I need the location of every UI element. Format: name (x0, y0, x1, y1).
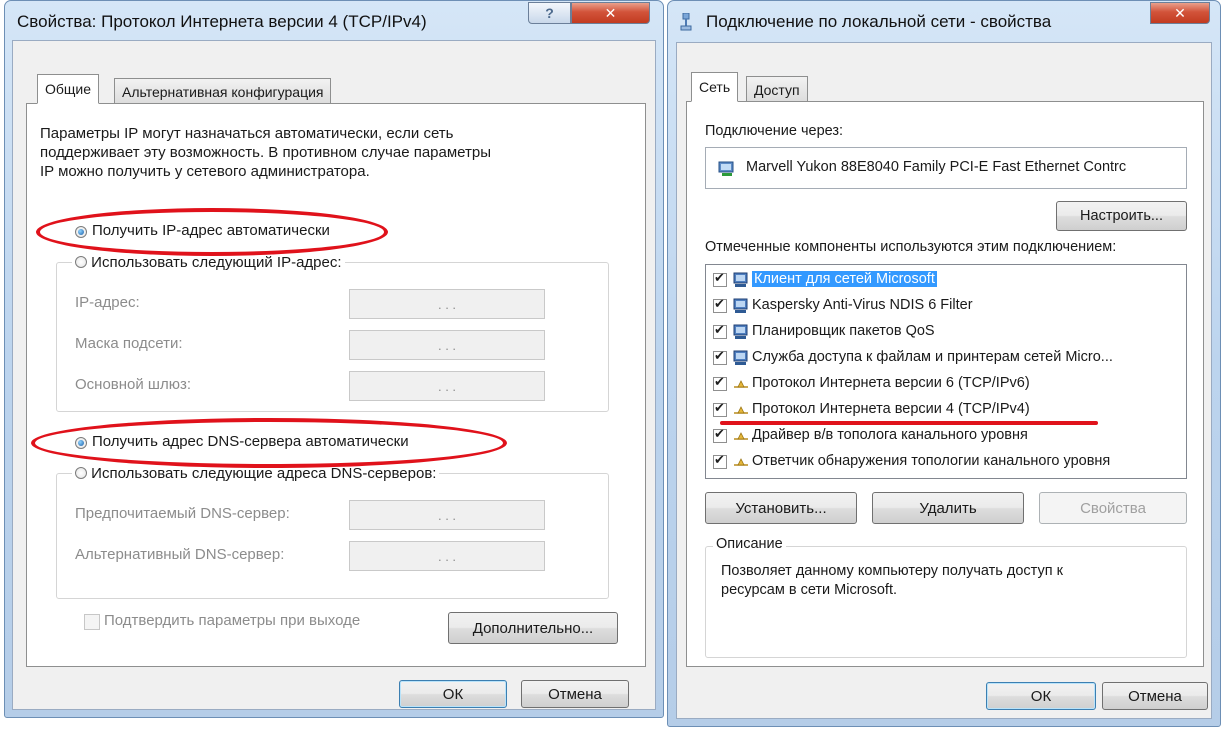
component-checkbox[interactable] (713, 270, 727, 287)
lan-properties-dialog: Подключение по локальной сети - свойства… (667, 0, 1221, 727)
network-adapter-icon (718, 161, 734, 176)
component-label: Клиент для сетей Microsoft (752, 271, 937, 287)
component-checkbox[interactable] (713, 374, 727, 391)
validate-on-exit-label: Подтвердить параметры при выходе (104, 612, 361, 629)
subnet-mask-input[interactable]: . . . (349, 330, 545, 360)
adapter-name: Marvell Yukon 88E8040 Family PCI-E Fast … (746, 159, 1127, 175)
uninstall-button[interactable]: Удалить (872, 492, 1024, 524)
help-button[interactable]: ? (528, 2, 571, 24)
description-text: Позволяет данному компьютеру получать до… (721, 562, 1063, 600)
component-checkbox[interactable] (713, 452, 727, 469)
component-label: Планировщик пакетов QoS (752, 323, 935, 339)
network-connection-icon (680, 13, 692, 31)
filter-icon (733, 298, 748, 313)
scheduler-icon (733, 324, 748, 339)
description-line-1: Позволяет данному компьютеру получать до… (721, 563, 1063, 579)
radio-ip-manual-wrap: Использовать следующий IP-адрес: (72, 254, 345, 271)
alternate-dns-label: Альтернативный DNS-сервер: (75, 546, 285, 563)
advanced-button[interactable]: Дополнительно... (448, 612, 618, 644)
default-gateway-input[interactable]: . . . (349, 371, 545, 401)
default-gateway-label: Основной шлюз: (75, 376, 192, 393)
ip-address-label: IP-адрес: (75, 294, 140, 311)
file-sharing-icon (733, 350, 748, 365)
protocol-icon (734, 380, 748, 388)
subnet-mask-label: Маска подсети: (75, 335, 183, 352)
component-label: Ответчик обнаружения топологии канальног… (752, 453, 1111, 469)
component-checkbox[interactable] (713, 296, 727, 313)
validate-on-exit-checkbox[interactable] (84, 614, 100, 630)
component-row[interactable]: Служба доступа к файлам и принтерам сете… (706, 345, 1186, 371)
connect-using-label: Подключение через: (705, 123, 844, 139)
ok-button[interactable]: ОК (399, 680, 507, 708)
protocol-icon (734, 406, 748, 414)
dialog-client-area: Общие Альтернативная конфигурация Параме… (12, 40, 656, 710)
protocol-icon (734, 458, 748, 466)
component-row[interactable]: Протокол Интернета версии 4 (TCP/IPv4) (706, 397, 1186, 423)
dns-manual-group (56, 473, 609, 599)
component-row[interactable]: Ответчик обнаружения топологии канальног… (706, 449, 1186, 475)
adapter-box: Marvell Yukon 88E8040 Family PCI-E Fast … (705, 147, 1187, 189)
component-label: Служба доступа к файлам и принтерам сете… (752, 349, 1113, 365)
dialog-title: Подключение по локальной сети - свойства (706, 12, 1052, 31)
cancel-button[interactable]: Отмена (521, 680, 629, 708)
configure-button[interactable]: Настроить... (1056, 201, 1187, 231)
components-label: Отмеченные компоненты используются этим … (705, 239, 1117, 255)
install-button[interactable]: Установить... (705, 492, 857, 524)
tab-general[interactable]: Общие (37, 74, 100, 104)
cancel-button[interactable]: Отмена (1102, 682, 1208, 710)
tab-alternate-config[interactable]: Альтернативная конфигурация (114, 78, 332, 104)
components-list: Клиент для сетей Microsoft Kaspersky Anti… (705, 264, 1187, 479)
annotation-ellipse-dns-auto (31, 418, 507, 468)
radio-ip-manual-label[interactable]: Использовать следующий IP-адрес: (91, 254, 341, 271)
component-label: Протокол Интернета версии 4 (TCP/IPv4) (752, 401, 1030, 417)
component-row[interactable]: Kaspersky Anti-Virus NDIS 6 Filter (706, 293, 1186, 319)
title-bar[interactable]: Подключение по локальной сети - свойства… (668, 1, 1220, 41)
component-checkbox[interactable] (713, 322, 727, 339)
ip-address-input[interactable]: . . . (349, 289, 545, 319)
component-row[interactable]: Драйвер в/в тополога канального уровня (706, 423, 1186, 449)
dialog-title: Свойства: Протокол Интернета версии 4 (T… (17, 12, 427, 31)
tab-sharing[interactable]: Доступ (746, 76, 808, 102)
component-checkbox[interactable] (713, 348, 727, 365)
description-group-label: Описание (713, 536, 786, 552)
component-row[interactable]: Протокол Интернета версии 6 (TCP/IPv6) (706, 371, 1186, 397)
description-line-2: ресурсам в сети Microsoft. (721, 582, 898, 598)
component-row[interactable]: Клиент для сетей Microsoft (706, 267, 1186, 293)
component-checkbox[interactable] (713, 426, 727, 443)
annotation-underline-ipv4 (720, 421, 1098, 425)
protocol-icon (734, 432, 748, 440)
tab-panel-general: Параметры IP могут назначаться автоматич… (26, 103, 646, 667)
tab-panel-network: Подключение через: Marvell Yukon 88E8040… (686, 101, 1204, 667)
component-label: Протокол Интернета версии 6 (TCP/IPv6) (752, 375, 1030, 391)
preferred-dns-label: Предпочитаемый DNS-сервер: (75, 505, 290, 522)
description-line-1: Параметры IP могут назначаться автоматич… (40, 125, 454, 142)
ipv4-properties-dialog: Свойства: Протокол Интернета версии 4 (T… (4, 0, 664, 718)
component-row[interactable]: Планировщик пакетов QoS (706, 319, 1186, 345)
alternate-dns-input[interactable]: . . . (349, 541, 545, 571)
description-line-2: поддерживает эту возможность. В противно… (40, 144, 492, 161)
close-button[interactable]: ✕ (571, 2, 650, 24)
close-button[interactable]: ✕ (1150, 2, 1210, 24)
component-checkbox[interactable] (713, 400, 727, 417)
tab-network[interactable]: Сеть (691, 72, 739, 102)
component-label: Драйвер в/в тополога канального уровня (752, 427, 1028, 443)
properties-button[interactable]: Свойства (1039, 492, 1187, 524)
preferred-dns-input[interactable]: . . . (349, 500, 545, 530)
description-line-3: IP можно получить у сетевого администрат… (40, 163, 370, 180)
title-bar[interactable]: Свойства: Протокол Интернета версии 4 (T… (5, 1, 663, 41)
ok-button[interactable]: ОК (986, 682, 1096, 710)
description-text: Параметры IP могут назначаться автоматич… (40, 124, 491, 181)
component-label: Kaspersky Anti-Virus NDIS 6 Filter (752, 297, 973, 313)
client-icon (733, 272, 748, 287)
annotation-ellipse-ip-auto (36, 208, 388, 256)
radio-ip-manual[interactable] (75, 256, 87, 268)
radio-dns-manual[interactable] (75, 467, 87, 479)
dialog-client-area: Сеть Доступ Подключение через: Marvell Y… (676, 42, 1212, 719)
